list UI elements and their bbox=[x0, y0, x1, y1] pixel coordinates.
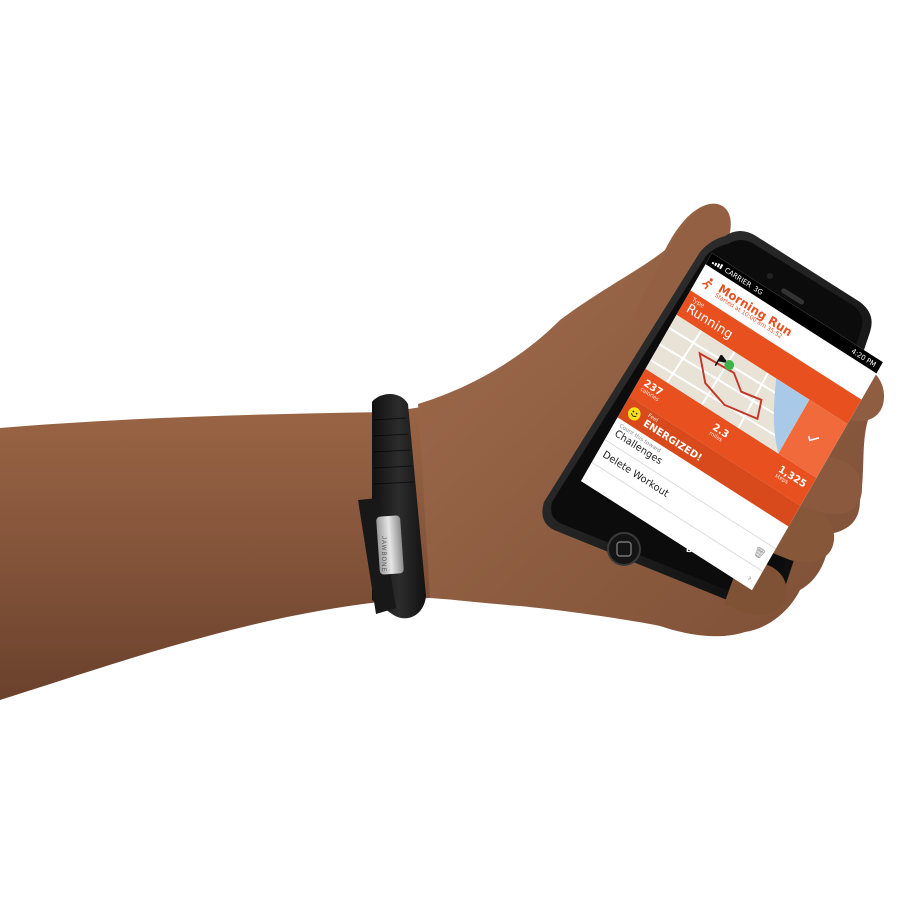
stat-calories: 237 calories bbox=[638, 377, 665, 404]
stat-miles: 2.3 miles bbox=[707, 421, 731, 444]
checkmark-icon bbox=[808, 435, 820, 442]
done-button[interactable]: DONE bbox=[686, 544, 718, 557]
chevron-right-icon: › bbox=[745, 572, 754, 585]
signal-icon bbox=[711, 259, 724, 270]
trash-icon[interactable]: 🗑 bbox=[751, 545, 767, 561]
home-button[interactable] bbox=[607, 532, 641, 566]
smiley-icon bbox=[627, 407, 641, 421]
band-brand-label: JAWBONE bbox=[380, 536, 386, 573]
runner-icon bbox=[702, 278, 713, 290]
front-camera bbox=[767, 273, 773, 279]
